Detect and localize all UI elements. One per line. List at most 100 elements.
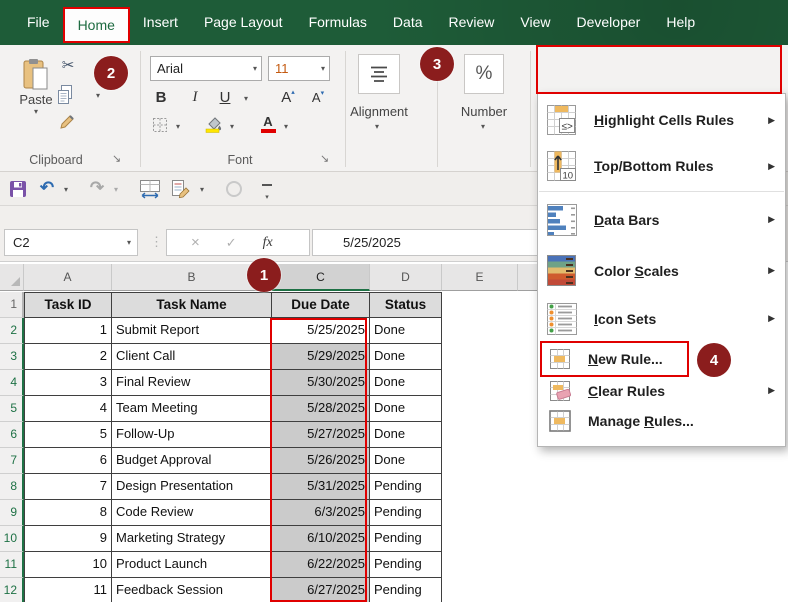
tab-home[interactable]: Home bbox=[63, 7, 130, 43]
row-header-12[interactable]: 12 bbox=[0, 578, 24, 602]
data-cell[interactable]: Done bbox=[370, 318, 442, 344]
tab-review[interactable]: Review bbox=[436, 0, 508, 45]
data-cell[interactable]: 6 bbox=[24, 448, 112, 474]
data-cell[interactable]: 10 bbox=[24, 552, 112, 578]
increase-font-size-button[interactable]: A▴ bbox=[276, 86, 300, 108]
tab-developer[interactable]: Developer bbox=[564, 0, 654, 45]
enter-entry-icon[interactable]: ✓ bbox=[226, 235, 237, 251]
row-header-1[interactable]: 1 bbox=[0, 292, 24, 318]
select-all-corner[interactable] bbox=[0, 264, 24, 291]
row-header-6[interactable]: 6 bbox=[0, 422, 24, 448]
undo-button[interactable]: ↶ bbox=[36, 177, 58, 199]
font-color-button[interactable]: A bbox=[258, 113, 278, 135]
cancel-entry-icon[interactable]: × bbox=[191, 234, 200, 251]
data-cell[interactable]: 8 bbox=[24, 500, 112, 526]
data-cell[interactable]: 2 bbox=[24, 344, 112, 370]
tab-insert[interactable]: Insert bbox=[130, 0, 191, 45]
font-size-combo[interactable]: 11 ▾ bbox=[268, 56, 330, 81]
menu-item-highlight-cells-rules[interactable]: ≤> Highlight Cells Rules ▶ bbox=[538, 97, 785, 143]
data-cell[interactable]: Budget Approval bbox=[112, 448, 272, 474]
alignment-dropdown-icon[interactable]: ▾ bbox=[375, 122, 379, 131]
edit-document-button[interactable] bbox=[170, 178, 192, 200]
tab-view[interactable]: View bbox=[507, 0, 563, 45]
clipboard-dialog-launcher-icon[interactable]: ↘ bbox=[112, 152, 121, 165]
paste-button[interactable]: Paste ▾ bbox=[14, 54, 58, 120]
data-cell[interactable]: Submit Report bbox=[112, 318, 272, 344]
data-cell[interactable]: Follow-Up bbox=[112, 422, 272, 448]
data-cell[interactable]: Final Review bbox=[112, 370, 272, 396]
data-cell[interactable]: 7 bbox=[24, 474, 112, 500]
header-cell[interactable]: Task ID bbox=[24, 292, 112, 318]
row-header-7[interactable]: 7 bbox=[0, 448, 24, 474]
data-cell[interactable]: 3 bbox=[24, 370, 112, 396]
column-header-E[interactable]: E bbox=[442, 264, 518, 291]
data-cell[interactable]: Design Presentation bbox=[112, 474, 272, 500]
font-name-combo[interactable]: Arial ▾ bbox=[150, 56, 262, 81]
header-cell[interactable]: Due Date bbox=[272, 292, 370, 318]
alignment-icon-box[interactable] bbox=[358, 54, 400, 94]
redo-dropdown-icon[interactable]: ▾ bbox=[114, 185, 118, 194]
copy-dropdown-icon[interactable]: ▾ bbox=[96, 91, 100, 100]
data-cell[interactable]: Pending bbox=[370, 578, 442, 602]
save-button[interactable] bbox=[8, 179, 28, 199]
data-cell[interactable]: 4 bbox=[24, 396, 112, 422]
tab-file[interactable]: File bbox=[14, 0, 63, 45]
bold-button[interactable]: B bbox=[150, 86, 172, 108]
name-box[interactable]: C2 ▾ bbox=[4, 229, 138, 256]
row-header-11[interactable]: 11 bbox=[0, 552, 24, 578]
row-header-10[interactable]: 10 bbox=[0, 526, 24, 552]
row-header-9[interactable]: 9 bbox=[0, 500, 24, 526]
data-cell[interactable]: Team Meeting bbox=[112, 396, 272, 422]
tab-formulas[interactable]: Formulas bbox=[296, 0, 380, 45]
row-header-3[interactable]: 3 bbox=[0, 344, 24, 370]
menu-item-data-bars[interactable]: Data Bars ▶ bbox=[538, 194, 785, 245]
row-header-2[interactable]: 2 bbox=[0, 318, 24, 344]
data-cell[interactable]: Done bbox=[370, 344, 442, 370]
row-header-8[interactable]: 8 bbox=[0, 474, 24, 500]
data-cell[interactable]: Product Launch bbox=[112, 552, 272, 578]
data-cell[interactable]: Pending bbox=[370, 552, 442, 578]
undo-dropdown-icon[interactable]: ▾ bbox=[64, 185, 68, 194]
data-cell[interactable]: Done bbox=[370, 422, 442, 448]
tab-data[interactable]: Data bbox=[380, 0, 436, 45]
format-painter-button[interactable] bbox=[56, 111, 78, 131]
data-cell[interactable]: Feedback Session bbox=[112, 578, 272, 602]
menu-item-color-scales[interactable]: Color Scales ▶ bbox=[538, 245, 785, 296]
borders-button[interactable] bbox=[150, 115, 170, 135]
font-dialog-launcher-icon[interactable]: ↘ bbox=[320, 152, 329, 165]
header-cell[interactable]: Task Name bbox=[112, 292, 272, 318]
column-header-A[interactable]: A bbox=[24, 264, 112, 291]
data-cell[interactable]: Done bbox=[370, 448, 442, 474]
copy-button[interactable] bbox=[54, 83, 78, 107]
data-cell[interactable]: Pending bbox=[370, 500, 442, 526]
insert-function-icon[interactable]: fx bbox=[263, 235, 273, 251]
data-cell[interactable]: Code Review bbox=[112, 500, 272, 526]
formula-bar-grip-icon[interactable]: ⋮ bbox=[150, 234, 164, 250]
row-header-5[interactable]: 5 bbox=[0, 396, 24, 422]
cut-button[interactable]: ✂ bbox=[56, 55, 80, 75]
font-color-dropdown-icon[interactable]: ▾ bbox=[284, 122, 288, 131]
data-cell[interactable]: 11 bbox=[24, 578, 112, 602]
row-header-4[interactable]: 4 bbox=[0, 370, 24, 396]
redo-button[interactable]: ↷ bbox=[86, 177, 108, 199]
fill-color-button[interactable] bbox=[204, 113, 224, 135]
menu-item-clear-rules[interactable]: Clear Rules ▶ bbox=[538, 376, 785, 405]
number-dropdown-icon[interactable]: ▾ bbox=[481, 122, 485, 131]
edit-document-dropdown-icon[interactable]: ▾ bbox=[200, 185, 204, 194]
data-cell[interactable]: Client Call bbox=[112, 344, 272, 370]
fill-color-dropdown-icon[interactable]: ▾ bbox=[230, 122, 234, 131]
underline-button[interactable]: U bbox=[214, 86, 236, 108]
data-cell[interactable]: Pending bbox=[370, 526, 442, 552]
header-cell[interactable]: Status bbox=[370, 292, 442, 318]
column-width-button[interactable] bbox=[138, 178, 162, 200]
customize-toolbar-icon[interactable]: ▾ bbox=[262, 184, 272, 204]
column-header-C[interactable]: C bbox=[272, 264, 370, 291]
decrease-font-size-button[interactable]: A▾ bbox=[306, 86, 330, 108]
data-cell[interactable]: 5 bbox=[24, 422, 112, 448]
data-cell[interactable]: Done bbox=[370, 396, 442, 422]
data-cell[interactable]: 1 bbox=[24, 318, 112, 344]
data-cell[interactable]: 9 bbox=[24, 526, 112, 552]
borders-dropdown-icon[interactable]: ▾ bbox=[176, 122, 180, 131]
tab-page-layout[interactable]: Page Layout bbox=[191, 0, 296, 45]
formula-bar-input[interactable]: 5/25/2025 bbox=[312, 229, 538, 256]
